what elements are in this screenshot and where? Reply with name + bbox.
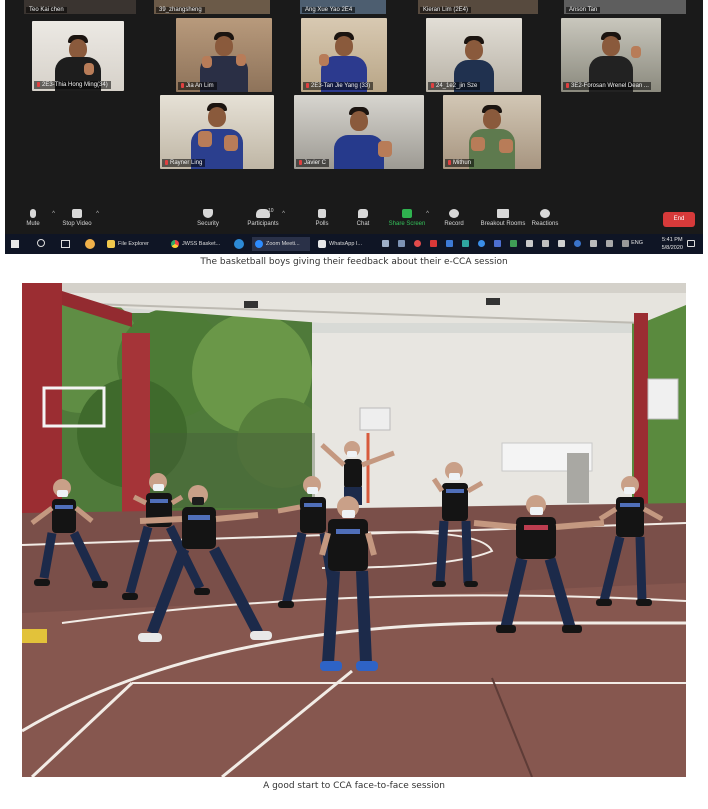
- participant-name: 2E3-Thia Hong Ming(34): [34, 81, 111, 89]
- app-icon[interactable]: [558, 240, 565, 247]
- share-screen-icon: [402, 209, 412, 218]
- video-tile: Mithun: [443, 95, 541, 169]
- video-tile: 39_zhangsheng: [154, 0, 270, 14]
- participant-name: Jia An Lim: [178, 82, 217, 90]
- speaker-icon[interactable]: [542, 240, 549, 247]
- participant-name: Anson Tan: [566, 7, 601, 13]
- taskbar-app-chrome[interactable]: JWSS Basket...: [168, 237, 228, 251]
- app-icon[interactable]: [446, 240, 453, 247]
- chevron-up-icon[interactable]: ^: [96, 211, 99, 217]
- app-icon[interactable]: [382, 240, 389, 247]
- participant-name: 3E2-Forosan Wrenel Dean ...: [563, 82, 651, 90]
- notification-icon[interactable]: [687, 240, 695, 247]
- taskbar-app-zoom[interactable]: Zoom Meeti...: [252, 237, 310, 251]
- app-icon[interactable]: [398, 240, 405, 247]
- folder-icon: [107, 240, 115, 248]
- clock-date: 5/8/2020: [661, 245, 683, 251]
- video-camera-icon: [72, 209, 82, 218]
- participant-name: 39_zhangsheng: [156, 7, 205, 13]
- players: [30, 441, 664, 671]
- grid-icon: [497, 209, 509, 218]
- video-tile: Jia An Lim: [176, 18, 272, 92]
- chat-icon: [358, 209, 368, 218]
- app-icon[interactable]: [462, 240, 469, 247]
- end-meeting-button[interactable]: End: [663, 212, 695, 227]
- bar-chart-icon: [318, 209, 326, 218]
- participant-name: Mithun: [445, 159, 475, 167]
- clock-time: 5:41 PM: [662, 237, 683, 243]
- participant-name: Rayner Ling: [162, 159, 206, 167]
- video-tile: Javier C: [294, 95, 424, 169]
- image-icon: [318, 240, 326, 248]
- video-tile: 2E3-Thia Hong Ming(34): [32, 21, 124, 91]
- app-icon[interactable]: [622, 240, 629, 247]
- windows-taskbar: File Explorer JWSS Basket... Zoom Meeti.…: [5, 234, 703, 254]
- video-tile: Kieran Lim (2E4): [418, 0, 538, 14]
- participant-name: 2E3-Tan Jie Yang (33): [303, 82, 374, 90]
- video-tile: 2E3-Tan Jie Yang (33): [301, 18, 387, 92]
- security-button[interactable]: Security: [180, 207, 236, 233]
- participant-name: Ang Xue Yao 2E4: [302, 7, 356, 13]
- participant-name: Javier C: [296, 159, 330, 167]
- chevron-up-icon[interactable]: ^: [282, 211, 285, 217]
- participant-name: Kieran Lim (2E4): [420, 7, 472, 13]
- taskbar-app-file-explorer[interactable]: File Explorer: [104, 237, 164, 251]
- microphone-icon: [30, 209, 36, 218]
- video-tile: 24_1e2_jin Sze: [426, 18, 522, 92]
- meeting-toolbar: Mute ^ Stop Video ^ Security 10 Participan…: [5, 203, 703, 234]
- smiley-icon: [540, 209, 550, 218]
- shield-icon: [203, 209, 213, 218]
- zoom-icon: [255, 240, 263, 248]
- court-photo: [22, 283, 686, 777]
- video-tile: Rayner Ling: [160, 95, 274, 169]
- participant-name: 24_1e2_jin Sze: [428, 82, 481, 90]
- caption-top: The basketball boys giving their feedbac…: [200, 257, 508, 267]
- record-icon: [449, 209, 459, 218]
- app-icon[interactable]: [574, 240, 581, 247]
- language-indicator[interactable]: ENG: [631, 240, 643, 246]
- app-icon[interactable]: [510, 240, 517, 247]
- zoom-screenshot: Teo Kai chen 39_zhangsheng Ang Xue Yao 2…: [5, 0, 703, 254]
- stop-video-button[interactable]: Stop Video ^: [49, 207, 105, 233]
- network-icon[interactable]: [590, 240, 597, 247]
- taskbar-app-whatsapp[interactable]: WhatsApp I...: [315, 237, 373, 251]
- video-tile: Anson Tan: [564, 0, 686, 14]
- bluetooth-icon[interactable]: [478, 240, 485, 247]
- participants-button[interactable]: 10 Participants ^: [235, 207, 291, 233]
- video-tile: Ang Xue Yao 2E4: [300, 0, 386, 14]
- search-icon[interactable]: [37, 239, 45, 247]
- app-icon[interactable]: [430, 240, 437, 247]
- edge-icon[interactable]: [234, 239, 244, 249]
- clock[interactable]: 5:41 PM 5/8/2020: [662, 236, 683, 252]
- windows-start-icon[interactable]: [11, 240, 19, 248]
- participant-name: Teo Kai chen: [26, 7, 67, 13]
- video-tile: Teo Kai chen: [24, 0, 136, 14]
- participants-count: 10: [268, 208, 274, 214]
- app-icon[interactable]: [85, 239, 95, 249]
- app-icon[interactable]: [526, 240, 533, 247]
- reactions-button[interactable]: Reactions: [517, 207, 573, 233]
- caption-bottom: A good start to CCA face-to-face session: [263, 781, 445, 791]
- video-tile: 3E2-Forosan Wrenel Dean ...: [561, 18, 661, 92]
- chrome-icon: [171, 240, 179, 248]
- app-icon[interactable]: [414, 240, 421, 247]
- battery-icon[interactable]: [606, 240, 613, 247]
- app-icon[interactable]: [494, 240, 501, 247]
- task-view-icon[interactable]: [61, 240, 70, 248]
